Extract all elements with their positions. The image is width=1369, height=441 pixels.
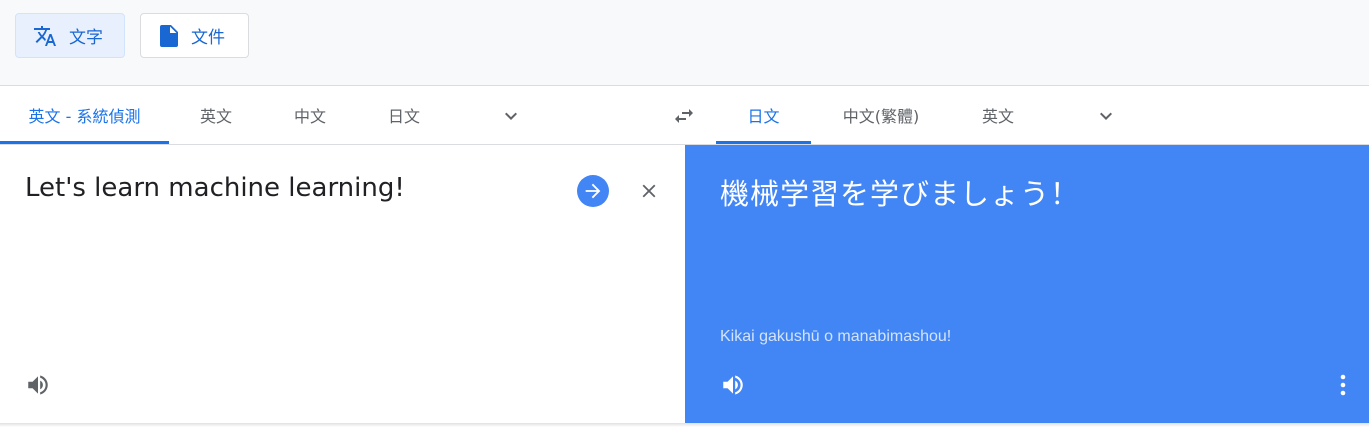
mode-bar: 文字 文件 [0, 0, 1369, 86]
close-icon [642, 184, 656, 198]
source-tab-english[interactable]: 英文 [169, 86, 263, 144]
bottom-divider [0, 423, 1369, 441]
translation-panel: 機械学習を学びましょう！ Kikai gakushū o manabimasho… [685, 145, 1369, 423]
more-vert-icon [1340, 374, 1346, 396]
target-language-dropdown[interactable] [1094, 104, 1118, 128]
text-mode-label: 文字 [69, 28, 103, 48]
swap-languages-button[interactable] [670, 102, 698, 130]
listen-source-button[interactable] [24, 371, 52, 399]
arrow-right-icon [585, 183, 601, 199]
target-tab-chinese-traditional[interactable]: 中文(繁體) [811, 86, 951, 144]
translate-icon [32, 24, 58, 48]
target-tab-japanese[interactable]: 日文 [716, 86, 811, 144]
listen-translation-button[interactable] [719, 371, 747, 399]
chevron-down-icon [1100, 112, 1112, 120]
source-panel: Let's learn machine learning! [0, 145, 685, 423]
speaker-icon [28, 375, 48, 395]
text-mode-button[interactable]: 文字 [15, 13, 125, 58]
target-tab-english[interactable]: 英文 [951, 86, 1045, 144]
chevron-down-icon [505, 112, 517, 120]
translate-go-button[interactable] [577, 175, 609, 207]
documents-mode-button[interactable]: 文件 [140, 13, 249, 58]
language-bar: 英文 - 系統偵測 英文 中文 日文 日文 中文(繁體) 英文 [0, 86, 1369, 145]
documents-mode-label: 文件 [191, 28, 225, 48]
source-text-input[interactable]: Let's learn machine learning! [25, 173, 405, 203]
document-icon [159, 24, 179, 47]
translated-text: 機械学習を学びましょう！ [720, 177, 1081, 211]
speaker-icon [723, 375, 743, 395]
source-tab-detect[interactable]: 英文 - 系統偵測 [0, 86, 169, 144]
swap-languages-icon [675, 109, 693, 123]
source-tab-japanese[interactable]: 日文 [357, 86, 451, 144]
source-language-dropdown[interactable] [499, 104, 523, 128]
romanization-text: Kikai gakushū o manabimashou! [720, 328, 952, 345]
clear-source-button[interactable] [636, 178, 662, 204]
more-options-button[interactable] [1333, 371, 1353, 399]
source-tab-chinese[interactable]: 中文 [263, 86, 357, 144]
